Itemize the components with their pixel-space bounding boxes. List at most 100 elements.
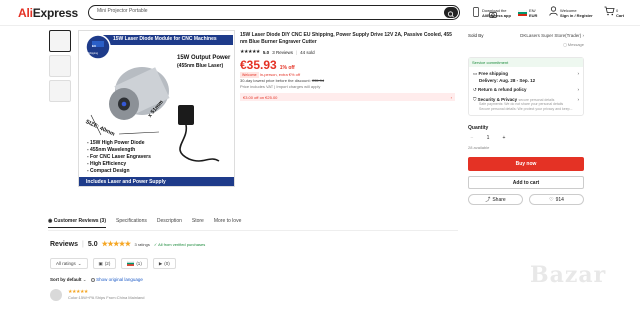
cart-link[interactable]: 0 Cart	[616, 8, 624, 18]
tab-specifications[interactable]: Specifications	[116, 218, 147, 228]
price-note: In-person, extra €% off	[259, 72, 301, 77]
purchase-sidebar: Sold By DKLasers Super Store(Trader) › ◻…	[468, 33, 584, 205]
message-seller-link[interactable]: ◻ Message	[468, 42, 584, 47]
feature-item: - Compact Design	[87, 168, 130, 174]
aliexpress-logo[interactable]: AliExpress	[18, 6, 78, 20]
feature-item: - 15W High Power Diode	[87, 140, 145, 146]
increase-button[interactable]: +	[500, 135, 508, 141]
service-commitment-label: Service commitment	[469, 58, 583, 67]
image-icon: ▣	[98, 260, 103, 266]
filter-video[interactable]: ▶ (0)	[152, 258, 176, 269]
security-detail: Secure personal details: We protect your…	[479, 107, 573, 111]
share-icon: ⤴	[485, 197, 491, 203]
sold-by-label: Sold By	[468, 33, 484, 38]
chevron-down-icon: ⌄	[77, 260, 82, 266]
service-panel: Service commitment ▭ Free shipping › Deli…	[468, 57, 584, 116]
feature-item: - For CNC Laser Engravers	[87, 154, 151, 160]
return-icon: ↺	[473, 87, 477, 92]
chevron-right-icon: ›	[577, 87, 580, 92]
price-row: €35.93 1% off	[240, 58, 455, 72]
region-selector[interactable]: EN/ EUR	[529, 8, 537, 18]
feature-list: - 15W High Power Diode - 455nm Wavelengt…	[87, 140, 151, 175]
delivery-date: Delivery: Aug. 28 - Sep. 12	[479, 78, 536, 83]
product-main-image[interactable]: 15W Laser Diode Module for CNC Machines …	[78, 30, 235, 187]
reviews-score: 5.0	[87, 241, 98, 248]
thumbnail[interactable]	[49, 30, 71, 52]
search-bar[interactable]: Mini Projector Portable	[88, 5, 497, 20]
tab-store[interactable]: Store	[192, 218, 204, 228]
filter-country[interactable]: (1)	[121, 258, 148, 269]
chevron-right-icon: ›	[577, 71, 580, 76]
verified-note: ✓ All from verified purchases	[153, 242, 206, 247]
reviews-count-link[interactable]: 3 Reviews	[272, 50, 293, 55]
thumbnail[interactable]	[49, 55, 71, 77]
vat-note: Price includes VAT | Import charges will…	[240, 84, 321, 89]
download-app-link[interactable]: Download the AliExpress app	[482, 8, 511, 18]
thumbnail-list	[49, 30, 71, 105]
buy-now-button[interactable]: Buy now	[468, 157, 584, 171]
sort-row: Sort by default ⌄ Show original language	[50, 277, 143, 283]
image-footer-text: Includes Laser and Power Supply	[86, 179, 166, 185]
sort-dropdown[interactable]: Sort by default ⌄	[50, 277, 87, 282]
reviews-title: Reviews	[50, 241, 79, 248]
truck-icon: ▭	[473, 71, 478, 76]
rating-row: ★★★★★ 5.0 3 Reviews | 44 sold	[240, 49, 455, 55]
sold-count: 44 sold	[300, 49, 315, 55]
flag-icon	[127, 261, 135, 266]
account-menu[interactable]: Welcome Sign in / Register	[560, 8, 593, 18]
shield-icon: ⛉	[473, 97, 477, 102]
tab-more-to-love[interactable]: More to love	[214, 218, 242, 228]
search-input[interactable]: Mini Projector Portable	[97, 8, 148, 14]
ratings-count: 3 ratings	[134, 242, 150, 247]
old-price: €35.94	[311, 78, 325, 83]
share-wishlist-row: ⤴ Share ♡ 914	[468, 194, 584, 205]
coupon-text: €3.00 off on €25.00	[243, 95, 278, 100]
share-button[interactable]: ⤴ Share	[468, 194, 523, 205]
decrease-button[interactable]: −	[468, 135, 476, 141]
output-power-title: 15W Output Power	[177, 55, 231, 61]
chevron-right-icon: ›	[450, 95, 452, 100]
filter-with-photos[interactable]: ▣ (2)	[92, 258, 117, 269]
coupon-banner[interactable]: €3.00 off on €25.00 ›	[240, 93, 455, 101]
quantity-value[interactable]: 1	[484, 135, 492, 141]
lowest-price-note: 30-day lowest price before the discount:	[240, 78, 311, 83]
review-meta: Color:15W+PA Ships From:China Mainland	[68, 295, 145, 300]
sold-by-row: Sold By DKLasers Super Store(Trader) ›	[468, 33, 584, 38]
divider: |	[82, 241, 84, 248]
return-policy-row[interactable]: ↺ Return & refund policy ›	[473, 87, 579, 93]
reviews-section: Reviews | 5.0 ★★★★★ 3 ratings ✓ All from…	[50, 240, 205, 248]
quantity-stepper[interactable]: − 1 +	[468, 135, 584, 141]
review-item: ★★★★★ Color:15W+PA Ships From:China Main…	[68, 289, 145, 300]
quantity-label: Quantity	[468, 125, 489, 131]
chat-icon: ◻	[563, 42, 567, 47]
seller-link[interactable]: DKLasers Super Store(Trader) ›	[520, 33, 584, 38]
tab-description[interactable]: Description	[157, 218, 182, 228]
bazar-watermark: Bazar	[530, 262, 607, 288]
rating-value: 5.0	[262, 49, 270, 55]
tab-customer-reviews[interactable]: ◉ Customer Reviews (3)	[48, 218, 107, 228]
original-language-checkbox[interactable]	[90, 277, 95, 282]
chevron-right-icon: ›	[577, 97, 580, 102]
thumbnail[interactable]	[49, 80, 71, 102]
add-to-cart-button[interactable]: Add to cart	[468, 176, 584, 189]
eu-badge-subtext: Shipping	[88, 52, 99, 55]
rating-stars: ★★★★★	[240, 49, 260, 55]
reviews-stars: ★★★★★	[101, 241, 131, 248]
top-header: AliExpress Mini Projector Portable Downl…	[0, 0, 640, 26]
avatar	[50, 289, 62, 301]
filter-all-ratings[interactable]: All ratings ⌄	[50, 258, 88, 269]
search-button[interactable]	[444, 7, 458, 18]
eu-badge-text: EU	[92, 44, 97, 48]
phone-app-icon	[473, 7, 479, 19]
cart-icon[interactable]	[604, 6, 615, 18]
heart-icon: ♡	[549, 196, 554, 203]
current-price: €35.93	[240, 58, 277, 72]
location-icon: ◉	[48, 218, 53, 224]
shipping-row[interactable]: ▭ Free shipping ›	[473, 71, 579, 77]
feature-item: - 455nm Wavelength	[87, 147, 136, 153]
wishlist-button[interactable]: ♡ 914	[529, 194, 584, 205]
video-icon: ▶	[158, 260, 163, 266]
flag-icon	[517, 8, 528, 18]
show-original-language-link[interactable]: Show original language	[90, 277, 143, 282]
product-info: 15W Laser Diode DIY CNC EU Shipping, Pow…	[240, 32, 455, 101]
